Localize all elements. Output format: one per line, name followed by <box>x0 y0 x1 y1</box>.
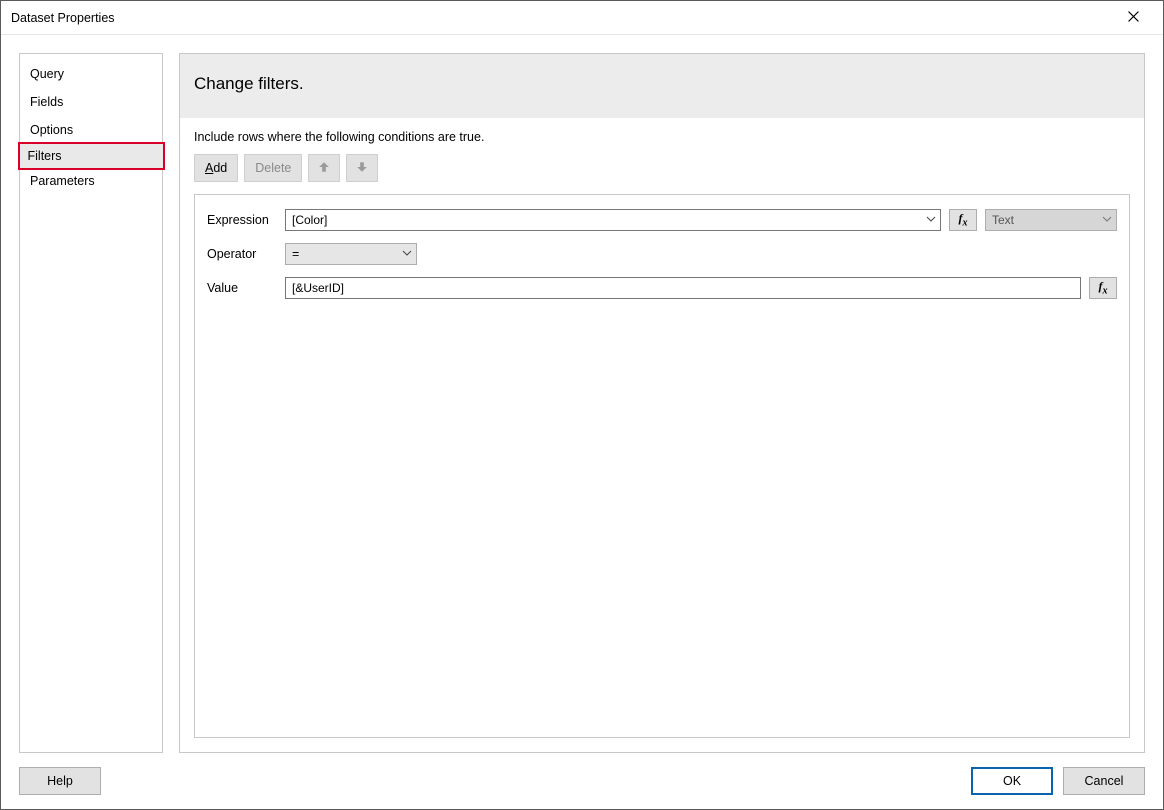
chevron-down-icon <box>1102 213 1112 227</box>
help-button[interactable]: Help <box>19 767 101 795</box>
chevron-down-icon <box>402 247 412 261</box>
close-button[interactable] <box>1111 3 1155 33</box>
fx-label: fx <box>1099 279 1108 296</box>
help-label: Help <box>47 774 73 788</box>
sidebar-item-options[interactable]: Options <box>20 116 162 144</box>
ok-button[interactable]: OK <box>971 767 1053 795</box>
datatype-combo[interactable]: Text <box>985 209 1117 231</box>
sidebar-item-query[interactable]: Query <box>20 60 162 88</box>
main-row: Query Fields Options Filters Parameters … <box>19 53 1145 753</box>
delete-button[interactable]: Delete <box>244 154 302 182</box>
arrow-up-icon <box>318 161 330 176</box>
value-fx-button[interactable]: fx <box>1089 277 1117 299</box>
filter-form-panel: Expression [Color] fx Text <box>194 194 1130 738</box>
content-heading: Change filters. <box>180 54 1144 118</box>
dialog-body: Query Fields Options Filters Parameters … <box>1 35 1163 809</box>
dialog-footer: Help OK Cancel <box>19 753 1145 795</box>
value-label: Value <box>207 281 277 295</box>
sidebar: Query Fields Options Filters Parameters <box>19 53 163 753</box>
value-row: Value fx <box>207 277 1117 299</box>
value-input[interactable] <box>285 277 1081 299</box>
chevron-down-icon <box>926 213 936 227</box>
sidebar-item-filters[interactable]: Filters <box>18 142 165 170</box>
sidebar-item-label: Options <box>30 123 73 137</box>
window-title: Dataset Properties <box>9 11 1111 25</box>
cancel-label: Cancel <box>1085 774 1124 788</box>
title-bar: Dataset Properties <box>1 1 1163 35</box>
sidebar-item-label: Parameters <box>30 174 95 188</box>
sidebar-item-parameters[interactable]: Parameters <box>20 167 162 195</box>
expression-row: Expression [Color] fx Text <box>207 209 1117 231</box>
expression-combo[interactable]: [Color] <box>285 209 941 231</box>
expression-label: Expression <box>207 213 277 227</box>
arrow-down-icon <box>356 161 368 176</box>
delete-label: Delete <box>255 161 291 175</box>
add-button[interactable]: Add <box>194 154 238 182</box>
move-down-button[interactable] <box>346 154 378 182</box>
datatype-value: Text <box>992 213 1014 227</box>
ok-label: OK <box>1003 774 1021 788</box>
close-icon <box>1128 11 1139 25</box>
sidebar-item-fields[interactable]: Fields <box>20 88 162 116</box>
fx-label: fx <box>959 211 968 228</box>
sidebar-item-label: Filters <box>28 149 62 163</box>
sidebar-item-label: Fields <box>30 95 63 109</box>
move-up-button[interactable] <box>308 154 340 182</box>
dialog-window: Dataset Properties Query Fields Options … <box>0 0 1164 810</box>
operator-row: Operator = <box>207 243 1117 265</box>
content-panel: Change filters. Include rows where the f… <box>179 53 1145 753</box>
sidebar-item-label: Query <box>30 67 64 81</box>
filter-toolbar: Add Delete <box>194 154 1130 182</box>
instruction-text: Include rows where the following conditi… <box>194 130 1130 144</box>
operator-combo[interactable]: = <box>285 243 417 265</box>
cancel-button[interactable]: Cancel <box>1063 767 1145 795</box>
expression-value: [Color] <box>292 213 327 227</box>
content-body: Include rows where the following conditi… <box>180 118 1144 752</box>
operator-value: = <box>292 247 299 261</box>
operator-label: Operator <box>207 247 277 261</box>
expression-fx-button[interactable]: fx <box>949 209 977 231</box>
